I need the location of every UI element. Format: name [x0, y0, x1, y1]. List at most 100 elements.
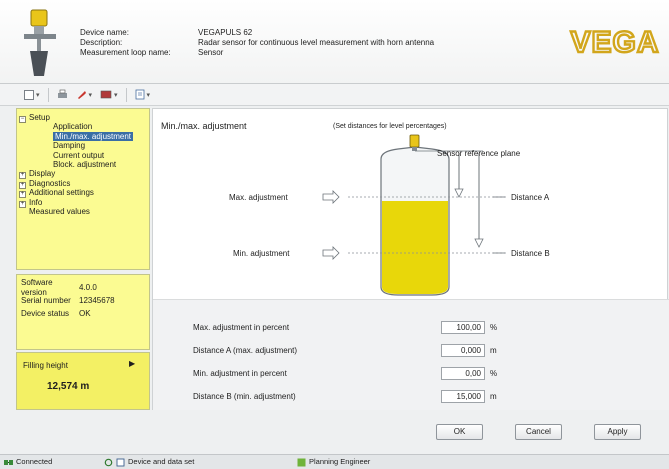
- filling-height-value: 12,574 m: [47, 381, 90, 392]
- dialog-button-bar: OK Cancel Apply: [0, 410, 669, 452]
- print-icon: [57, 89, 67, 98]
- software-version-row: Software version 4.0.0: [21, 278, 145, 297]
- device-data-status: Device and data set: [104, 455, 194, 469]
- max-percent-label: Max. adjustment in percent: [193, 322, 290, 332]
- page-title: Min./max. adjustment: [161, 121, 247, 131]
- vega-logo: VEGA: [569, 25, 659, 60]
- tool-menu-button[interactable]: ▾: [74, 87, 95, 103]
- distance-a-unit: m: [490, 345, 497, 355]
- collapse-icon[interactable]: −: [19, 116, 26, 123]
- file-menu-button[interactable]: ▾: [22, 87, 42, 103]
- serial-number-value: 12345678: [79, 295, 115, 305]
- max-percent-unit: %: [490, 322, 498, 332]
- distance-a-label: Distance A: [511, 193, 550, 202]
- min-percent-unit: %: [490, 368, 498, 378]
- max-adjustment-label: Max. adjustment: [229, 193, 288, 202]
- tree-item-label: Display: [29, 169, 56, 179]
- tank-sensor: [409, 134, 420, 148]
- tree-item-label: Damping: [53, 141, 86, 151]
- device-name-label: Device name:: [80, 28, 129, 37]
- main-panel: Min./max. adjustment (Set distances for …: [152, 108, 669, 411]
- tree-item-label: Current output: [53, 150, 105, 160]
- tree-item-label: Application: [53, 122, 93, 132]
- device-icon: [100, 90, 112, 99]
- left-panel: − Setup Application Min./max. adjustment …: [16, 108, 150, 410]
- status-bar: Connected Device and data set Planning E…: [0, 454, 669, 469]
- max-percent-input[interactable]: 100,00: [441, 320, 485, 334]
- user-role-status: Planning Engineer: [297, 455, 370, 469]
- tree-item-measured-values[interactable]: Measured values: [19, 207, 149, 216]
- tree-item-label: Block. adjustment: [53, 159, 117, 169]
- tree-item-label: Diagnostics: [29, 178, 71, 188]
- adjustment-diagram: [322, 134, 508, 296]
- description-value: Radar sensor for continuous level measur…: [198, 38, 435, 47]
- software-version-label: Software version: [21, 277, 53, 297]
- description-label: Description:: [80, 38, 123, 47]
- tree-item-label: Setup: [29, 113, 50, 122]
- distance-b-field-label: Distance B (min. adjustment): [193, 391, 296, 401]
- min-percent-label: Min. adjustment in percent: [193, 368, 287, 378]
- device-name-value: VEGAPULS 62: [198, 28, 253, 37]
- tree-item-label: Min./max. adjustment: [53, 131, 134, 141]
- distance-b-unit: m: [490, 391, 497, 401]
- print-button[interactable]: [55, 87, 70, 103]
- min-percent-row: Min. adjustment in percent 0,00 %: [193, 366, 497, 380]
- loop-name-value: Sensor: [198, 48, 224, 57]
- device-menu-button[interactable]: ▾: [98, 87, 120, 103]
- tree-item-setup[interactable]: − Setup: [19, 113, 149, 123]
- tree-item-damping[interactable]: Damping: [19, 141, 149, 150]
- tree-item-label: Info: [29, 197, 43, 207]
- cancel-button[interactable]: Cancel: [515, 424, 562, 440]
- filling-height-box[interactable]: Filling height ▶ 12,574 m: [16, 352, 150, 410]
- tree-item-current-output[interactable]: Current output: [19, 151, 149, 160]
- connected-icon: [4, 459, 13, 465]
- device-status-box: Software version 4.0.0 Serial number 123…: [16, 274, 150, 350]
- min-adjust-arrow: [322, 246, 340, 260]
- tree-item-block-adjustment[interactable]: Block. adjustment: [19, 160, 149, 169]
- tree-item-min-max-adjustment[interactable]: Min./max. adjustment: [19, 131, 149, 141]
- filling-height-label: Filling height: [23, 361, 68, 370]
- min-percent-input[interactable]: 0,00: [441, 366, 485, 380]
- serial-number-row: Serial number 12345678: [21, 294, 145, 307]
- toolbar-separator: [47, 87, 49, 102]
- distance-b-row: Distance B (min. adjustment) 15,000 m: [193, 389, 497, 403]
- tree-item-additional-settings[interactable]: + Additional settings: [19, 188, 149, 199]
- tree-item-application[interactable]: Application: [19, 122, 149, 131]
- chevron-down-icon: ▾: [114, 91, 118, 99]
- chevron-down-icon: ▾: [36, 91, 40, 99]
- distance-b-input[interactable]: 15,000: [441, 389, 485, 403]
- tree-item-display[interactable]: + Display: [19, 169, 149, 180]
- device-data-icon: [116, 458, 125, 466]
- arrow-right-icon[interactable]: ▶: [129, 359, 135, 368]
- distance-b-label: Distance B: [511, 249, 550, 258]
- chevron-down-icon: ▾: [88, 91, 93, 99]
- serial-number-label: Serial number: [21, 295, 71, 305]
- user-role-text: Planning Engineer: [309, 457, 371, 466]
- ok-button[interactable]: OK: [436, 424, 483, 440]
- tree-item-diagnostics[interactable]: + Diagnostics: [19, 178, 149, 189]
- device-data-status-text: Device and data set: [128, 457, 195, 466]
- max-percent-row: Max. adjustment in percent 100,00 %: [193, 320, 497, 334]
- svg-text:VEGA: VEGA: [570, 26, 659, 59]
- software-version-value: 4.0.0: [79, 282, 97, 292]
- max-adjust-arrow: [322, 190, 340, 204]
- distance-a-input[interactable]: 0,000: [441, 343, 485, 357]
- loop-name-label: Measurement loop name:: [80, 48, 171, 57]
- report-menu-button[interactable]: ▾: [133, 87, 153, 103]
- expand-icon[interactable]: +: [19, 200, 26, 208]
- file-icon: [24, 89, 34, 100]
- tree-item-label: Measured values: [29, 206, 90, 216]
- navigation-tree: − Setup Application Min./max. adjustment …: [16, 108, 150, 270]
- device-header: Device name: Description: Measurement lo…: [0, 0, 669, 84]
- min-adjustment-label: Min. adjustment: [233, 249, 290, 258]
- toolbar-separator: [125, 87, 127, 102]
- adjustment-form: Max. adjustment in percent 100,00 % Dist…: [153, 299, 669, 411]
- report-icon: [135, 89, 144, 100]
- apply-button[interactable]: Apply: [594, 424, 641, 440]
- tank-liquid: [382, 201, 448, 294]
- tree-item-info[interactable]: + Info: [19, 197, 149, 208]
- page-note: (Set distances for level percentages): [333, 123, 447, 130]
- application-window: Device name: Description: Measurement lo…: [0, 0, 669, 469]
- toolbar: ▾ ▾ ▾ ▾: [0, 84, 669, 106]
- sensor-device-image: [24, 9, 56, 76]
